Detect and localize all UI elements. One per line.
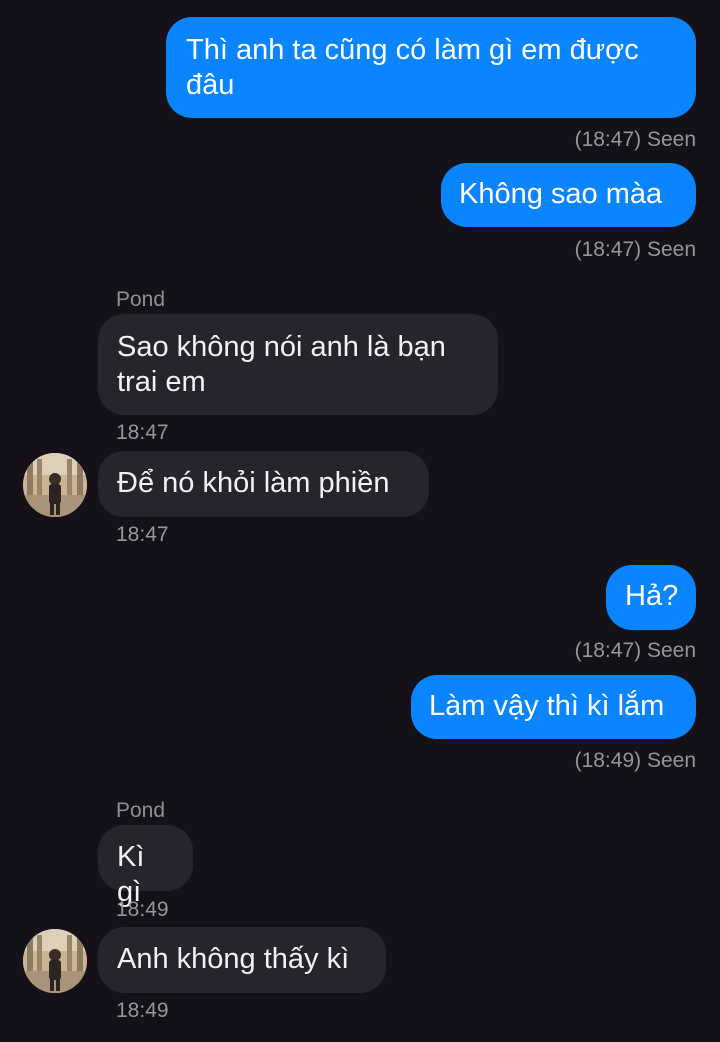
incoming-message-bubble[interactable]: Sao không nói anh là bạn trai em [98, 314, 498, 415]
message-status: (18:49) Seen [574, 749, 696, 772]
message-status: (18:47) Seen [574, 128, 696, 151]
avatar-photo [23, 929, 87, 993]
contact-avatar[interactable] [23, 929, 87, 993]
message-time: 18:47 [116, 421, 169, 444]
incoming-message-bubble[interactable]: Anh không thấy kì [98, 927, 386, 993]
outgoing-message-bubble[interactable]: Không sao màa [441, 163, 696, 227]
sender-name: Pond [116, 288, 166, 311]
outgoing-message-bubble[interactable]: Làm vậy thì kì lắm [411, 675, 696, 739]
outgoing-message-bubble[interactable]: Hả? [606, 565, 696, 630]
contact-avatar[interactable] [23, 453, 87, 517]
message-status: (18:47) Seen [574, 238, 696, 261]
incoming-message-bubble[interactable]: Kì gì [98, 825, 193, 908]
chat-thread: Thì anh ta cũng có làm gì em được đâu (1… [0, 0, 720, 1042]
sender-name: Pond [116, 799, 166, 822]
incoming-message-bubble[interactable]: Để nó khỏi làm phiền [98, 451, 429, 517]
message-status: (18:47) Seen [574, 639, 696, 662]
outgoing-message-bubble[interactable]: Thì anh ta cũng có làm gì em được đâu [166, 17, 696, 118]
avatar-photo [23, 453, 87, 517]
message-time: 18:49 [116, 999, 169, 1022]
message-time: 18:49 [116, 898, 169, 921]
message-time: 18:47 [116, 523, 169, 546]
